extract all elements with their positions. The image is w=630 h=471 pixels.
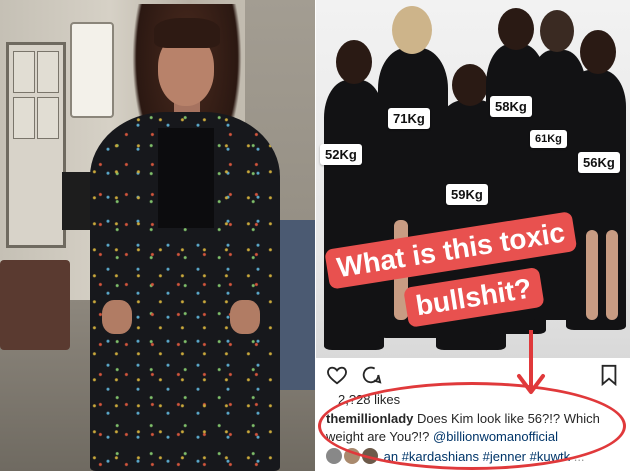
background-window <box>6 42 66 248</box>
figure-3-head <box>498 8 534 50</box>
right-hand <box>230 300 260 334</box>
bookmark-icon[interactable] <box>598 364 620 386</box>
black-top <box>158 128 214 228</box>
figure-4-head <box>540 10 574 52</box>
weight-label-59: 59Kg <box>446 184 488 205</box>
figure-5-head <box>580 30 616 74</box>
comment-icon[interactable] <box>360 364 382 386</box>
sticker-line-2: bullshit? <box>403 266 545 328</box>
figure-2-head <box>392 6 432 54</box>
background-bench <box>0 260 70 350</box>
figure-1-head <box>336 40 372 84</box>
weight-label-52: 52Kg <box>320 144 362 165</box>
avatar[interactable] <box>326 448 342 464</box>
woman-figure <box>80 0 290 471</box>
weight-label-58: 58Kg <box>490 96 532 117</box>
left-hand <box>102 300 132 334</box>
left-photo <box>0 0 315 471</box>
heart-icon[interactable] <box>326 364 348 386</box>
weight-label-61: 61Kg <box>530 130 567 148</box>
red-annotation-circle <box>318 382 626 470</box>
weight-label-56: 56Kg <box>578 152 620 173</box>
instagram-post: 52Kg 71Kg 58Kg 61Kg 56Kg 59Kg What is th… <box>316 0 630 471</box>
group-photo: 52Kg 71Kg 58Kg 61Kg 56Kg 59Kg What is th… <box>316 0 630 358</box>
bangs <box>154 18 220 48</box>
figure-6-head <box>452 64 488 106</box>
weight-label-71: 71Kg <box>388 108 430 129</box>
